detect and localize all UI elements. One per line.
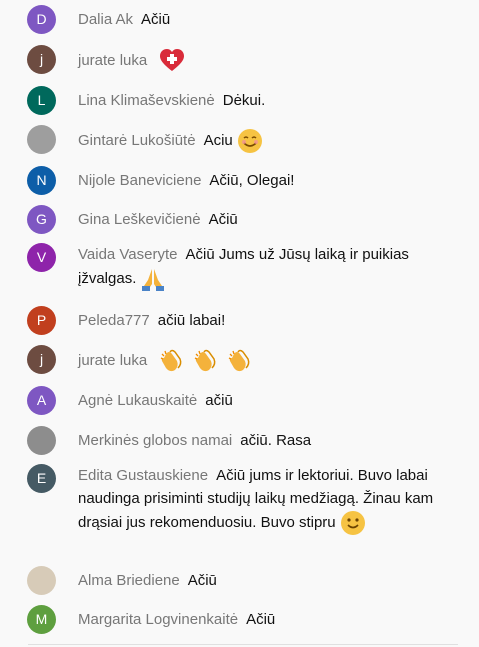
author-name[interactable]: Alma Briediene (78, 572, 180, 589)
message-content: jurate luka (78, 48, 453, 74)
message-content: Lina Klimaševskienė Dėkui. (78, 89, 453, 112)
message-content: Nijole Baneviciene Ačiū, Olegai! (78, 169, 453, 192)
message-text: Aciu (203, 131, 233, 149)
avatar[interactable]: E (27, 464, 56, 493)
avatar[interactable] (27, 125, 56, 154)
avatar[interactable]: N (27, 166, 56, 195)
message-text: ačiū labai! (157, 312, 226, 329)
author-name[interactable]: Nijole Baneviciene (78, 172, 201, 189)
message-content: jurate luka (78, 348, 453, 374)
message-text: Ačiū (141, 11, 171, 28)
slightly-smiling-face-icon (336, 511, 366, 535)
avatar[interactable]: V (27, 243, 56, 272)
avatar[interactable]: j (27, 45, 56, 74)
message-content: Alma Briediene Ačiū (78, 569, 453, 592)
clapping-hands-icon (223, 349, 253, 372)
heart-plus-icon (155, 49, 185, 71)
clapping-hands-icon (189, 349, 219, 372)
avatar[interactable]: G (27, 205, 56, 234)
author-name[interactable]: Edita Gustauskiene (78, 467, 208, 484)
message-text: Ačiū, Olegai! (209, 172, 295, 189)
author-name[interactable]: jurate luka (78, 52, 147, 69)
avatar[interactable] (27, 426, 56, 455)
author-name[interactable]: Gintarė Lukošiūtė (78, 132, 196, 149)
message-text: ačiū. Rasa (240, 432, 312, 449)
message-content: Merkinės globos namai ačiū. Rasa (78, 429, 453, 452)
author-name[interactable]: Lina Klimaševskienė (78, 92, 215, 109)
message-content: Agnė Lukauskaitė ačiū (78, 389, 453, 412)
message-content: Dalia Ak Ačiū (78, 8, 453, 31)
message-content: Edita Gustauskiene Ačiū jums ir lektoriui… (78, 464, 453, 536)
avatar[interactable] (27, 566, 56, 595)
avatar[interactable]: D (27, 5, 56, 34)
clapping-hands-icon (155, 349, 185, 372)
message-content: Margarita Logvinenkaitė Ačiū (78, 608, 453, 631)
message-content: Gina Leškevičienė Ačiū (78, 208, 453, 231)
author-name[interactable]: Margarita Logvinenkaitė (78, 611, 238, 628)
avatar[interactable]: L (27, 86, 56, 115)
author-name[interactable]: Merkinės globos namai (78, 432, 232, 449)
chat-message-list: D Dalia Ak Ačiū j jurate luka L Lina Klimaševs… (0, 0, 479, 645)
message-text: Dėkui. (222, 92, 266, 109)
smiling-face-icon (233, 129, 263, 153)
folded-hands-icon (136, 269, 166, 291)
author-name[interactable]: Gina Leškevičienė (78, 211, 201, 228)
message-text: Ačiū (246, 611, 276, 628)
divider (28, 644, 458, 645)
message-text: Ačiū (187, 572, 217, 589)
message-content: Peleda777 ačiū labai! (78, 309, 453, 332)
author-name[interactable]: Dalia Ak (78, 11, 133, 28)
avatar[interactable]: A (27, 386, 56, 415)
avatar[interactable]: j (27, 345, 56, 374)
author-name[interactable]: Vaida Vaseryte (78, 246, 178, 263)
avatar[interactable]: P (27, 306, 56, 335)
author-name[interactable]: jurate luka (78, 352, 147, 369)
message-text: Ačiū (208, 211, 238, 228)
message-content: Vaida Vaseryte Ačiū Jums už Jūsų laiką ir… (78, 243, 453, 292)
author-name[interactable]: Agnė Lukauskaitė (78, 392, 197, 409)
message-content: Gintarė Lukošiūtė Aciu (78, 128, 453, 154)
author-name[interactable]: Peleda777 (78, 312, 150, 329)
message-text: ačiū (205, 392, 233, 409)
avatar[interactable]: M (27, 605, 56, 634)
